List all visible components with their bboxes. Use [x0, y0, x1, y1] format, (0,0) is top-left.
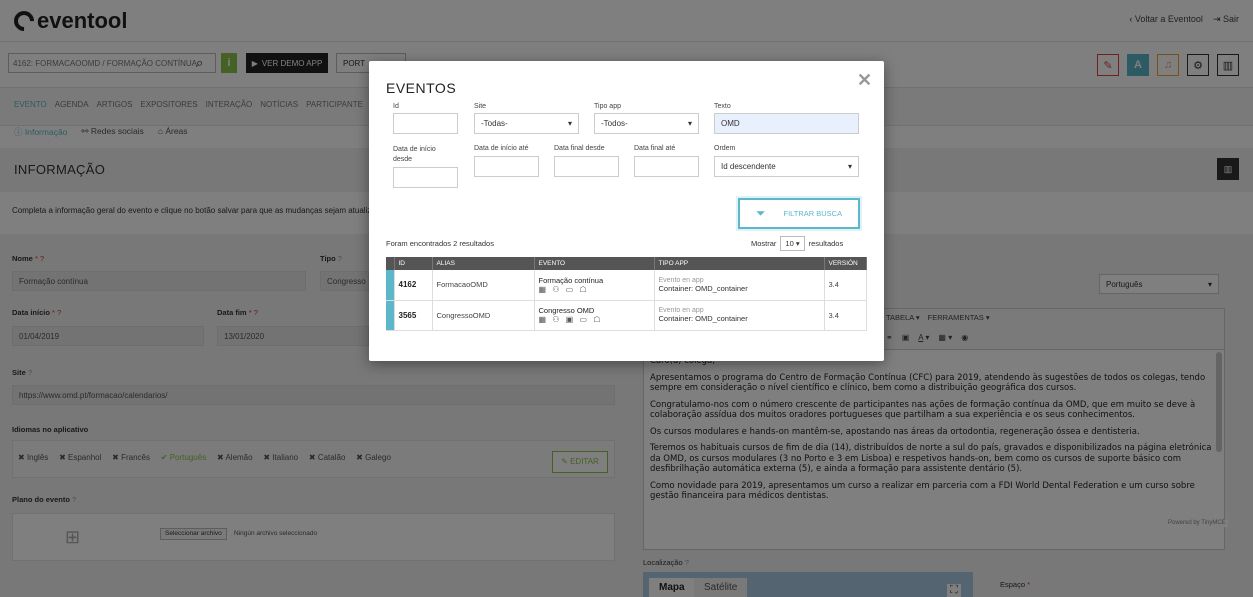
close-icon[interactable]: ✕	[857, 70, 872, 91]
filter-final-desde-label: Data final desde	[554, 145, 605, 152]
eventos-modal: EVENTOS ✕ Id Site -Todas- ▾ Tipo app -To…	[369, 61, 884, 361]
row-evento: Congresso OMD ▦ ⚇ ▣ ▭ ☖	[534, 300, 655, 331]
row-version: 3.4	[824, 300, 867, 331]
filter-ordem-select[interactable]: Id descendente ▾	[714, 156, 859, 177]
filter-inicio-desde-input[interactable]	[393, 167, 458, 188]
filter-inicio-ate-label: Data de início até	[474, 145, 529, 152]
col-header-evento[interactable]: EVENTO	[534, 257, 655, 270]
events-table: ID ALIAS EVENTO TIPO APP VERSIÓN 4162 Fo…	[386, 257, 867, 331]
chevron-down-icon: ▾	[567, 119, 572, 128]
col-header-alias[interactable]: ALIAS	[432, 257, 535, 270]
row-evento: Formação contínua ▦ ⚇ ▭ ☖	[534, 270, 655, 301]
row-accent	[386, 270, 395, 301]
filter-id-input[interactable]	[393, 113, 458, 134]
chevron-down-icon: ▾	[687, 119, 692, 128]
filter-site-value: -Todas-	[481, 119, 508, 128]
filter-search-button[interactable]: ⏷ FILTRAR BUSCA	[738, 198, 860, 229]
filter-id-label: Id	[393, 103, 399, 110]
filter-texto-input[interactable]: OMD	[714, 113, 859, 134]
page-size-select[interactable]: 10 ▾	[780, 236, 805, 251]
filter-ordem-label: Ordem	[714, 145, 736, 152]
filter-tipo-select[interactable]: -Todos- ▾	[594, 113, 699, 134]
table-row[interactable]: 4162 FormacaoOMD Formação contínua ▦ ⚇ ▭…	[386, 270, 867, 301]
filter-inicio-ate-input[interactable]	[474, 156, 539, 177]
filter-inicio-desde-label: Data de início desde	[393, 146, 436, 163]
filter-tipo-value: -Todos-	[601, 119, 628, 128]
modal-title: EVENTOS	[386, 80, 457, 96]
filter-final-ate-input[interactable]	[634, 156, 699, 177]
filter-site-select[interactable]: -Todas- ▾	[474, 113, 579, 134]
page-size-control: Mostrar 10 ▾ resultados	[751, 236, 843, 251]
row-id: 3565	[394, 300, 433, 331]
table-header-row: ID ALIAS EVENTO TIPO APP VERSIÓN	[386, 257, 867, 270]
row-alias: CongressoOMD	[432, 300, 535, 331]
table-row[interactable]: 3565 CongressoOMD Congresso OMD ▦ ⚇ ▣ ▭ …	[386, 300, 867, 331]
filter-icon: ⏷	[755, 206, 766, 220]
filter-search-label: FILTRAR BUSCA	[783, 209, 843, 218]
row-id: 4162	[394, 270, 433, 301]
show-suffix: resultados	[808, 239, 844, 248]
page-size-value: 10	[785, 239, 794, 248]
app-type: Evento en app	[658, 276, 704, 284]
filter-final-desde-input[interactable]	[554, 156, 619, 177]
event-feature-icons: ▦ ⚇ ▭ ☖	[538, 284, 589, 294]
event-feature-icons: ▦ ⚇ ▣ ▭ ☖	[538, 315, 603, 324]
container-name: Container: OMD_container	[658, 314, 748, 323]
filter-tipo-label: Tipo app	[594, 103, 621, 110]
row-alias: FormacaoOMD	[432, 270, 535, 301]
event-name: Formação contínua	[538, 275, 604, 285]
accent-col-header	[386, 257, 395, 270]
row-tipo: Evento en app Container: OMD_container	[654, 300, 825, 331]
filter-ordem-value: Id descendente	[721, 162, 776, 171]
col-header-version[interactable]: VERSIÓN	[824, 257, 867, 270]
event-name: Congresso OMD	[538, 306, 595, 315]
row-tipo: Evento en app Container: OMD_container	[654, 270, 825, 301]
app-type: Evento en app	[658, 307, 704, 314]
col-header-tipo[interactable]: TIPO APP	[654, 257, 825, 270]
filter-texto-label: Texto	[714, 103, 731, 110]
container-name: Container: OMD_container	[658, 283, 748, 293]
col-header-id[interactable]: ID	[394, 257, 433, 270]
chevron-down-icon: ▾	[847, 162, 852, 171]
filter-site-label: Site	[474, 103, 487, 110]
show-label: Mostrar	[751, 239, 777, 248]
results-count: Foram encontrados 2 resultados	[386, 239, 494, 248]
row-accent	[386, 300, 395, 331]
filter-final-ate-label: Data final até	[634, 145, 676, 152]
row-version: 3.4	[824, 270, 867, 301]
